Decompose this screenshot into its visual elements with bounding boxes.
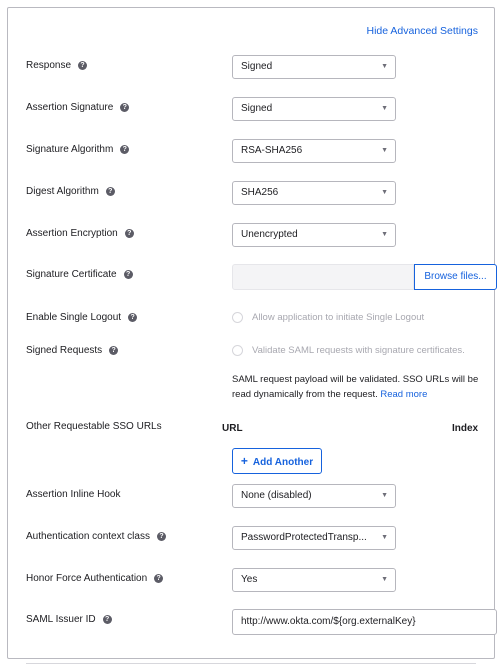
certificate-file-picker: Browse files... bbox=[232, 264, 497, 290]
force-auth-label: Honor Force Authentication bbox=[26, 573, 148, 584]
signature-algorithm-select-value: RSA-SHA256 bbox=[241, 145, 303, 156]
caret-down-icon: ▼ bbox=[381, 534, 388, 541]
digest-algorithm-row: Digest Algorithm ? SHA256 ▼ bbox=[26, 181, 494, 207]
signed-requests-checkbox-label: Validate SAML requests with signature ce… bbox=[252, 345, 465, 356]
add-another-button[interactable]: + Add Another bbox=[232, 448, 322, 474]
help-circle-icon[interactable]: ? bbox=[109, 346, 119, 355]
signed-requests-note-text: SAML request payload will be validated. … bbox=[232, 374, 479, 400]
signed-requests-checkbox[interactable] bbox=[232, 345, 243, 356]
response-label: Response bbox=[26, 60, 72, 71]
help-circle-icon[interactable]: ? bbox=[156, 532, 166, 541]
force-auth-select[interactable]: Yes ▼ bbox=[232, 568, 396, 592]
digest-algorithm-select-value: SHA256 bbox=[241, 187, 279, 198]
add-another-label: Add Another bbox=[252, 457, 314, 468]
help-circle-icon[interactable]: ? bbox=[78, 61, 88, 70]
assertion-encryption-select[interactable]: Unencrypted ▼ bbox=[232, 223, 396, 247]
issuer-id-label: SAML Issuer ID bbox=[26, 614, 96, 625]
auth-context-select[interactable]: PasswordProtectedTransp... ▼ bbox=[232, 526, 396, 550]
force-auth-row: Honor Force Authentication ? Yes ▼ bbox=[26, 568, 494, 594]
read-more-link[interactable]: Read more bbox=[380, 389, 427, 400]
assertion-encryption-label: Assertion Encryption bbox=[26, 228, 118, 239]
advanced-settings-panel: Hide Advanced Settings Response ? Signed… bbox=[7, 7, 497, 664]
force-auth-select-value: Yes bbox=[241, 574, 258, 585]
response-row: Response ? Signed ▼ bbox=[26, 55, 494, 81]
inline-hook-select-value: None (disabled) bbox=[241, 490, 312, 501]
hide-advanced-settings-link[interactable]: Hide Advanced Settings bbox=[367, 25, 479, 37]
url-column-header: URL bbox=[222, 423, 243, 434]
response-select[interactable]: Signed ▼ bbox=[232, 55, 396, 79]
browse-files-button[interactable]: Browse files... bbox=[414, 264, 497, 290]
inline-hook-label: Assertion Inline Hook bbox=[26, 489, 121, 500]
single-logout-label: Enable Single Logout bbox=[26, 312, 122, 323]
caret-down-icon: ▼ bbox=[381, 576, 388, 583]
signed-requests-label: Signed Requests bbox=[26, 345, 103, 356]
caret-down-icon: ▼ bbox=[381, 147, 388, 154]
assertion-signature-row: Assertion Signature ? Signed ▼ bbox=[26, 97, 494, 123]
digest-algorithm-label: Digest Algorithm bbox=[26, 186, 99, 197]
signature-algorithm-label: Signature Algorithm bbox=[26, 144, 114, 155]
help-circle-icon[interactable]: ? bbox=[154, 574, 164, 583]
caret-down-icon: ▼ bbox=[381, 63, 388, 70]
caret-down-icon: ▼ bbox=[381, 492, 388, 499]
help-circle-icon[interactable]: ? bbox=[120, 145, 130, 154]
help-circle-icon[interactable]: ? bbox=[120, 103, 130, 112]
help-circle-icon[interactable]: ? bbox=[123, 270, 133, 279]
inline-hook-row: Assertion Inline Hook None (disabled) ▼ bbox=[26, 484, 494, 510]
signature-certificate-label: Signature Certificate bbox=[26, 269, 117, 280]
signature-algorithm-select[interactable]: RSA-SHA256 ▼ bbox=[232, 139, 396, 163]
inline-hook-select[interactable]: None (disabled) ▼ bbox=[232, 484, 396, 508]
help-circle-icon[interactable]: ? bbox=[102, 615, 112, 624]
digest-algorithm-select[interactable]: SHA256 ▼ bbox=[232, 181, 396, 205]
issuer-id-input[interactable]: http://www.okta.com/${org.externalKey} bbox=[232, 609, 497, 635]
signature-certificate-row: Signature Certificate ? Browse files... bbox=[26, 264, 497, 290]
signed-requests-row: Signed Requests ? Validate SAML requests… bbox=[26, 340, 494, 366]
index-column-header: Index bbox=[452, 423, 479, 434]
issuer-id-row: SAML Issuer ID ? http://www.okta.com/${o… bbox=[26, 609, 497, 635]
plus-icon: + bbox=[240, 454, 248, 468]
caret-down-icon: ▼ bbox=[381, 189, 388, 196]
signed-requests-note: SAML request payload will be validated. … bbox=[232, 372, 492, 402]
assertion-encryption-row: Assertion Encryption ? Unencrypted ▼ bbox=[26, 223, 494, 249]
auth-context-select-value: PasswordProtectedTransp... bbox=[241, 532, 367, 543]
signature-algorithm-row: Signature Algorithm ? RSA-SHA256 ▼ bbox=[26, 139, 494, 165]
single-logout-checkbox[interactable] bbox=[232, 312, 243, 323]
certificate-file-display bbox=[232, 264, 414, 290]
assertion-signature-select[interactable]: Signed ▼ bbox=[232, 97, 396, 121]
auth-context-row: Authentication context class ? PasswordP… bbox=[26, 526, 494, 552]
caret-down-icon: ▼ bbox=[381, 105, 388, 112]
response-select-value: Signed bbox=[241, 61, 273, 72]
assertion-encryption-select-value: Unencrypted bbox=[241, 229, 298, 240]
help-circle-icon[interactable]: ? bbox=[128, 313, 138, 322]
single-logout-row: Enable Single Logout ? Allow application… bbox=[26, 307, 494, 333]
assertion-signature-select-value: Signed bbox=[241, 103, 273, 114]
caret-down-icon: ▼ bbox=[381, 231, 388, 238]
assertion-signature-label: Assertion Signature bbox=[26, 102, 114, 113]
sso-urls-label: Other Requestable SSO URLs bbox=[26, 421, 162, 432]
help-circle-icon[interactable]: ? bbox=[124, 229, 134, 238]
sso-urls-row: Other Requestable SSO URLs bbox=[26, 416, 494, 442]
auth-context-label: Authentication context class bbox=[26, 531, 150, 542]
help-circle-icon[interactable]: ? bbox=[105, 187, 115, 196]
single-logout-checkbox-label: Allow application to initiate Single Log… bbox=[252, 312, 425, 323]
